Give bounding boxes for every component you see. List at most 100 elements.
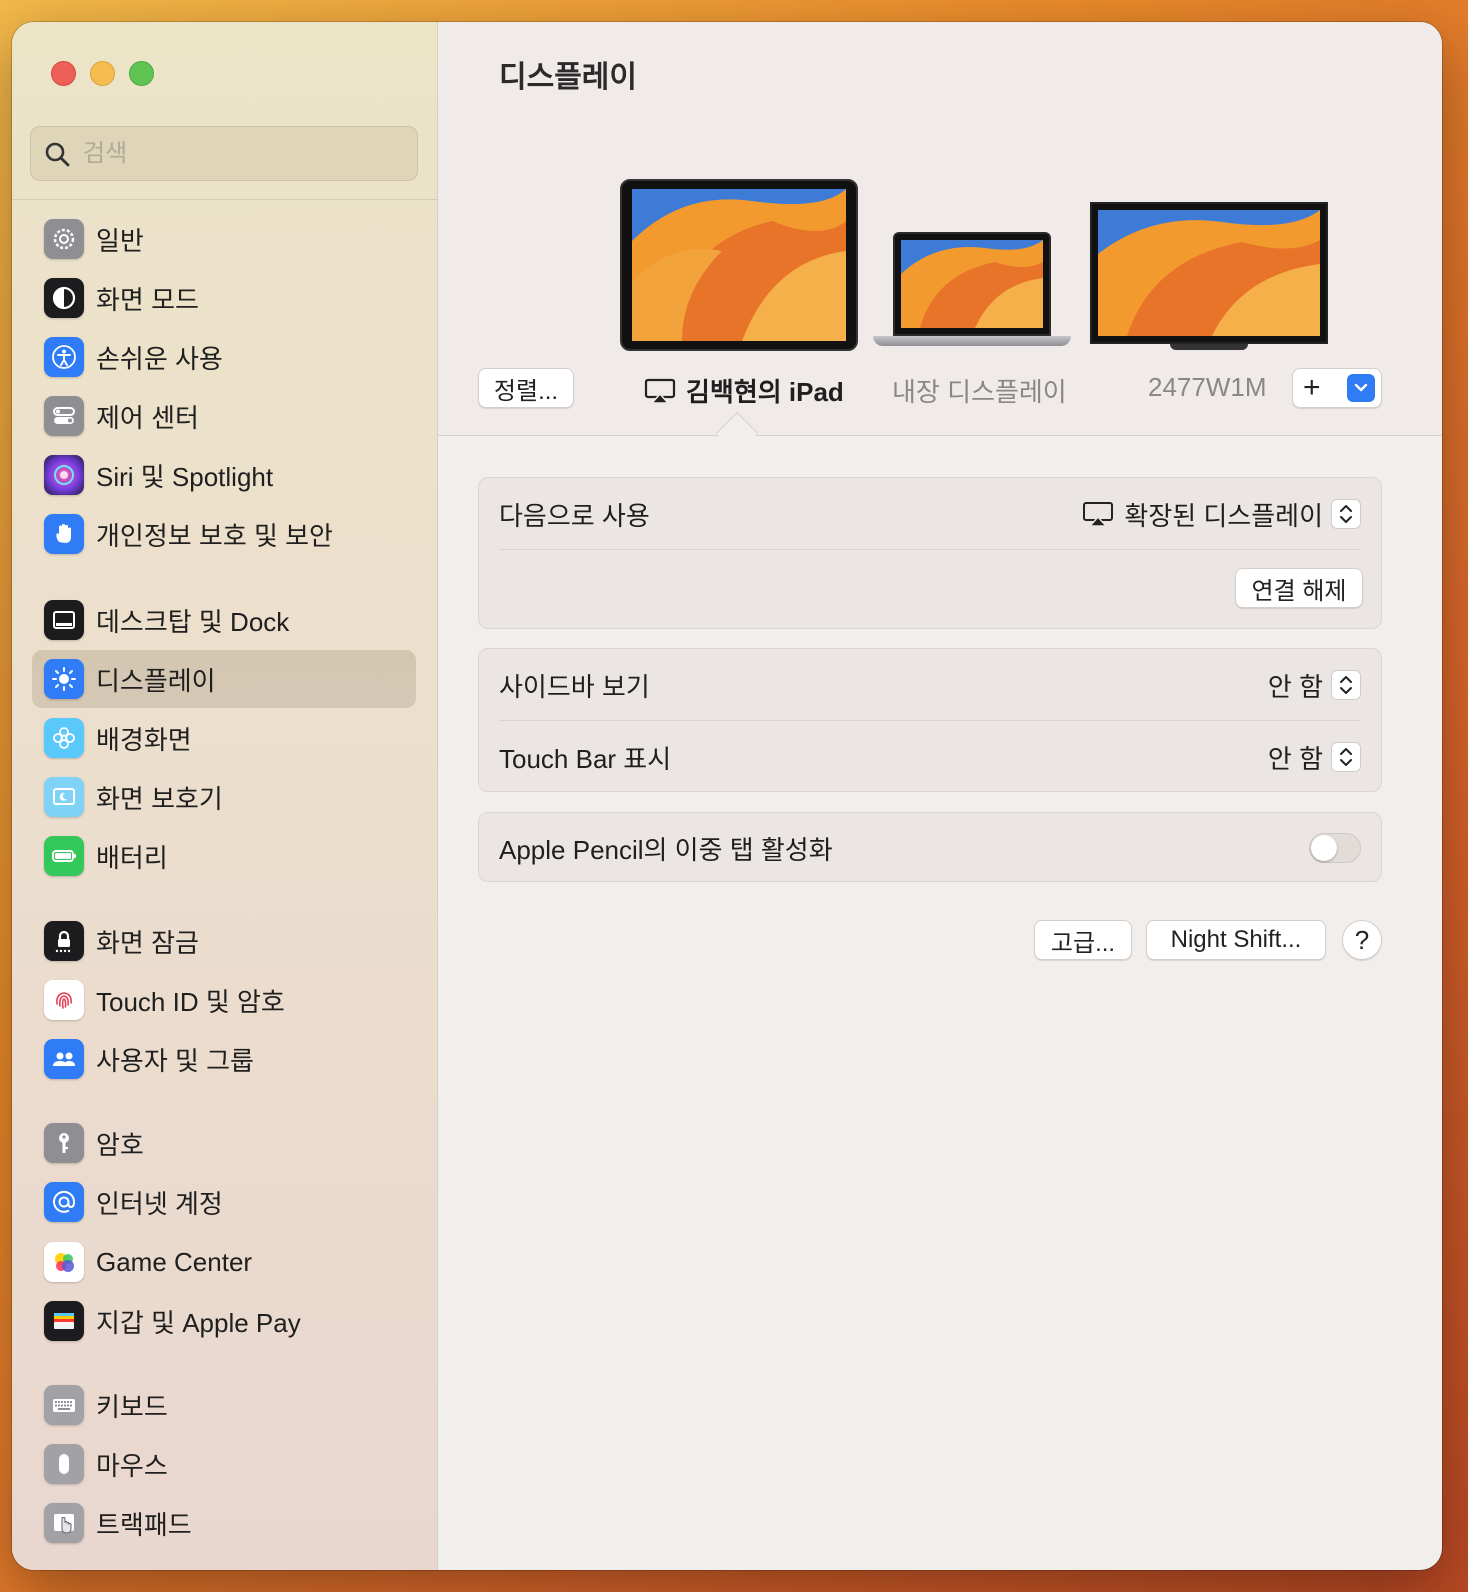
touch-bar-popup[interactable]: 안 함 bbox=[1268, 739, 1361, 776]
sidebar-item-label: 화면 보호기 bbox=[96, 783, 223, 814]
hand-icon bbox=[44, 514, 84, 554]
page-title: 디스플레이 bbox=[499, 61, 637, 94]
trackpad-icon bbox=[44, 1503, 84, 1543]
wallpaper-image bbox=[632, 189, 846, 341]
gear-icon bbox=[44, 219, 84, 259]
sidebar-item-label: Touch ID 및 암호 bbox=[96, 986, 285, 1017]
search-icon bbox=[45, 142, 70, 166]
search-input[interactable] bbox=[83, 139, 383, 168]
popup-stepper-icon bbox=[1331, 670, 1361, 700]
sidebar-item-mouse[interactable]: 마우스 bbox=[32, 1435, 416, 1493]
sidebar-item-label: 개인정보 보호 및 보안 bbox=[96, 520, 333, 551]
sidebar-item-label: 배경화면 bbox=[96, 724, 192, 755]
use-as-popup[interactable]: 확장된 디스플레이 bbox=[1082, 496, 1361, 533]
popup-stepper-icon bbox=[1331, 499, 1361, 529]
sun-icon bbox=[44, 659, 84, 699]
sidebar-item-label: 키보드 bbox=[96, 1391, 168, 1422]
wallpaper-image bbox=[901, 240, 1043, 328]
main-content: 디스플레이 정렬... 김백현의 iPad 내장 디스플레이 2477W1M +… bbox=[438, 22, 1442, 1570]
fingerprint-icon bbox=[44, 980, 84, 1020]
popup-stepper-icon bbox=[1331, 742, 1361, 772]
control-center-icon bbox=[44, 396, 84, 436]
sidebar-item-label: 화면 모드 bbox=[96, 284, 199, 315]
ipad-display-thumbnail[interactable] bbox=[620, 179, 858, 351]
use-as-value: 확장된 디스플레이 bbox=[1124, 500, 1323, 531]
sidebar-item-trackpad[interactable]: 트랙패드 bbox=[32, 1494, 416, 1552]
sidebar-item-wallet[interactable]: 지갑 및 Apple Pay bbox=[32, 1292, 416, 1350]
sidebar-item-game-center[interactable]: Game Center bbox=[32, 1233, 416, 1291]
sidebar-item-control-center[interactable]: 제어 센터 bbox=[32, 387, 416, 445]
key-icon bbox=[44, 1123, 84, 1163]
sidebar-item-label: 사용자 및 그룹 bbox=[96, 1045, 254, 1076]
search-field[interactable] bbox=[30, 126, 418, 181]
device-tab-label: 김백현의 iPad bbox=[686, 377, 844, 407]
sidebar-item-label: 지갑 및 Apple Pay bbox=[96, 1307, 301, 1338]
siri-icon bbox=[44, 455, 84, 495]
night-shift-button[interactable]: Night Shift... bbox=[1146, 920, 1326, 960]
zoom-button[interactable] bbox=[129, 61, 154, 86]
sidebar-item-desktop-dock[interactable]: 데스크탑 및 Dock bbox=[32, 591, 416, 649]
minimize-button[interactable] bbox=[90, 61, 115, 86]
sidebar-item-label: 제어 센터 bbox=[96, 402, 199, 433]
apple-pencil-toggle[interactable] bbox=[1309, 833, 1361, 863]
built-in-display-thumbnail[interactable] bbox=[893, 232, 1051, 336]
sidebar-item-battery[interactable]: 배터리 bbox=[32, 827, 416, 885]
sidebar-item-keyboard[interactable]: 키보드 bbox=[32, 1376, 416, 1434]
sidebar-view-popup[interactable]: 안 함 bbox=[1268, 667, 1361, 704]
sidebar-item-label: 트랙패드 bbox=[96, 1509, 192, 1540]
sidebar-item-lock-screen[interactable]: 화면 잠금 bbox=[32, 912, 416, 970]
sidebar-view-value: 안 함 bbox=[1267, 671, 1323, 702]
sidebar-item-general[interactable]: 일반 bbox=[32, 210, 416, 268]
sidebar-item-privacy[interactable]: 개인정보 보호 및 보안 bbox=[32, 505, 416, 563]
sidebar-view-label: 사이드바 보기 bbox=[499, 671, 650, 702]
wallpaper-image bbox=[1098, 210, 1320, 336]
wallet-icon bbox=[44, 1301, 84, 1341]
sidebar-item-label: 데스크탑 및 Dock bbox=[96, 606, 290, 637]
sidebar-item-touch-id[interactable]: Touch ID 및 암호 bbox=[32, 971, 416, 1029]
touch-bar-value: 안 함 bbox=[1267, 743, 1323, 774]
laptop-base bbox=[873, 336, 1071, 346]
sidebar-divider bbox=[12, 199, 437, 200]
device-tab-built-in[interactable]: 내장 디스플레이 bbox=[892, 372, 1067, 409]
sidebar-item-appearance[interactable]: 화면 모드 bbox=[32, 269, 416, 327]
airplay-icon bbox=[644, 378, 676, 404]
chevron-down-icon[interactable] bbox=[1347, 374, 1375, 402]
sidebar-item-wallpaper[interactable]: 배경화면 bbox=[32, 709, 416, 767]
touch-bar-label: Touch Bar 표시 bbox=[499, 743, 672, 774]
sidebar-item-passwords[interactable]: 암호 bbox=[32, 1114, 416, 1172]
sidebar-touchbar-panel: 사이드바 보기 안 함 Touch Bar 표시 안 함 bbox=[478, 648, 1382, 792]
device-tab-ipad[interactable]: 김백현의 iPad bbox=[644, 372, 844, 409]
airplay-icon bbox=[1083, 502, 1114, 527]
appearance-icon bbox=[44, 278, 84, 318]
display-arrangement: 디스플레이 정렬... 김백현의 iPad 내장 디스플레이 2477W1M + bbox=[438, 22, 1442, 436]
sidebar-item-label: 인터넷 계정 bbox=[96, 1188, 223, 1219]
device-tab-external[interactable]: 2477W1M bbox=[1148, 372, 1267, 403]
sidebar-item-screensaver[interactable]: 화면 보호기 bbox=[32, 768, 416, 826]
sidebar-item-accessibility[interactable]: 손쉬운 사용 bbox=[32, 328, 416, 386]
external-display-thumbnail[interactable] bbox=[1090, 202, 1328, 344]
flower-icon bbox=[44, 718, 84, 758]
at-icon bbox=[44, 1182, 84, 1222]
apple-pencil-label: Apple Pencil의 이중 탭 활성화 bbox=[499, 834, 833, 865]
sidebar-item-displays[interactable]: 디스플레이 bbox=[32, 650, 416, 708]
advanced-button[interactable]: 고급... bbox=[1034, 920, 1132, 960]
sidebar-item-internet-accounts[interactable]: 인터넷 계정 bbox=[32, 1173, 416, 1231]
sidebar-item-label: Game Center bbox=[96, 1246, 253, 1277]
add-display-button[interactable]: + bbox=[1292, 368, 1382, 408]
dock-icon bbox=[44, 600, 84, 640]
sidebar-item-users[interactable]: 사용자 및 그룹 bbox=[32, 1030, 416, 1088]
keyboard-icon bbox=[44, 1385, 84, 1425]
sidebar-item-label: 손쉬운 사용 bbox=[96, 343, 223, 374]
sidebar-item-siri[interactable]: Siri 및 Spotlight bbox=[32, 446, 416, 504]
row-divider bbox=[499, 720, 1361, 721]
close-button[interactable] bbox=[51, 61, 76, 86]
help-button[interactable]: ? bbox=[1342, 920, 1382, 960]
lock-icon bbox=[44, 921, 84, 961]
sidebar-item-label: Siri 및 Spotlight bbox=[96, 461, 274, 492]
arrange-button[interactable]: 정렬... bbox=[478, 368, 574, 408]
apple-pencil-panel: Apple Pencil의 이중 탭 활성화 bbox=[478, 812, 1382, 882]
users-icon bbox=[44, 1039, 84, 1079]
sidebar-item-label: 디스플레이 bbox=[96, 665, 216, 696]
disconnect-button[interactable]: 연결 해제 bbox=[1235, 568, 1363, 608]
sidebar: 일반 화면 모드 손쉬운 사용 제어 센터 bbox=[12, 22, 438, 1570]
